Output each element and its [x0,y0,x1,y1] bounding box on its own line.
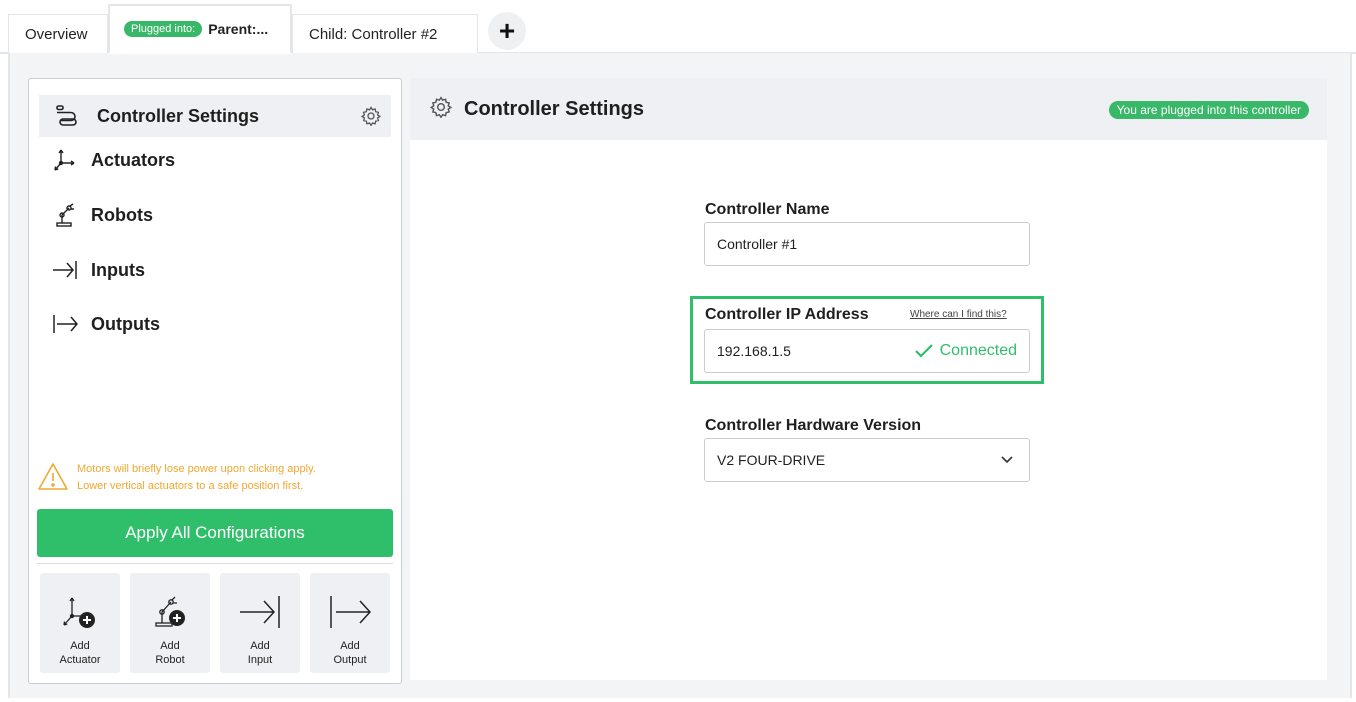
sidebar-item-label: Actuators [91,149,176,170]
add-robot-button[interactable]: Add Robot [130,573,210,673]
tab-overview[interactable]: Overview [8,14,108,54]
hardware-version-label: Controller Hardware Version [705,417,922,434]
tile-label-line1: Add [160,640,180,652]
sidebar-item-label: Robots [91,204,153,225]
tile-label-line2: Robot [155,654,185,666]
add-tab-button[interactable]: + [488,12,526,50]
tab-overview-label: Overview [25,26,88,43]
tab-parent-controller[interactable]: Plugged into: Parent:... [108,4,292,54]
add-actuator-button[interactable]: Add Actuator [40,573,120,673]
sidebar-item-actuators[interactable]: Actuators [39,139,391,181]
add-robot-icon [148,585,192,639]
status-badge: You are plugged into this controller [1108,101,1309,119]
controller-name-input[interactable]: Controller #1 [704,222,1030,266]
plugged-into-badge: Plugged into: [124,21,203,37]
add-input-icon [236,585,284,639]
add-output-button[interactable]: Add Output [310,573,390,673]
tile-label-line1: Add [70,640,90,652]
connection-status: Connected [914,342,1017,360]
tab-bar: Overview Plugged into: Parent:... Child:… [0,0,1356,54]
page-title: Controller Settings [464,97,645,120]
controller-ip-label: Controller IP Address [705,306,869,323]
checkmark-icon [914,344,933,358]
where-can-i-find-this-link[interactable]: Where can I find this? [910,309,1007,320]
tab-parent-label: Parent:... [208,21,269,37]
add-input-button[interactable]: Add Input [220,573,300,673]
sidebar-item-label: Controller Settings [97,105,260,126]
sidebar-item-outputs[interactable]: Outputs [39,303,391,345]
sidebar-item-robots[interactable]: Robots [39,194,391,236]
tile-label-line2: Input [247,654,273,666]
chevron-down-icon [999,453,1015,469]
controller-ip-value: 192.168.1.5 [717,343,791,359]
controller-icon [39,104,91,128]
warning-icon [37,462,69,492]
sidebar-item-inputs[interactable]: Inputs [39,249,391,291]
sidebar: Controller Settings Actuators Robots Inp… [28,78,402,684]
sidebar-item-label: Inputs [91,259,145,280]
controller-name-value: Controller #1 [717,236,798,252]
connection-status-label: Connected [939,342,1017,359]
tab-child-controller[interactable]: Child: Controller #2 [292,14,478,54]
tile-label-line2: Output [333,654,367,666]
robot-arm-icon [39,202,91,228]
gear-icon[interactable] [360,106,382,131]
axes-icon [39,147,91,173]
apply-all-configurations-button[interactable]: Apply All Configurations [37,509,393,557]
tile-label-line1: Add [340,640,360,652]
hardware-version-select[interactable]: V2 FOUR-DRIVE [704,438,1030,482]
divider [37,563,393,564]
apply-button-label: Apply All Configurations [125,523,305,542]
output-arrow-icon [39,313,91,335]
main-header: Controller Settings You are plugged into… [410,78,1327,140]
warning-line-1: Motors will briefly lose power upon clic… [77,463,316,475]
tab-child-label: Child: Controller #2 [309,26,438,43]
add-actuator-icon [58,585,102,639]
sidebar-item-controller-settings[interactable]: Controller Settings [39,95,391,137]
gear-icon [429,95,453,123]
tile-label-line1: Add [250,640,270,652]
tile-label-line2: Actuator [59,654,101,666]
hardware-version-value: V2 FOUR-DRIVE [717,452,826,468]
sidebar-item-label: Outputs [91,313,160,334]
controller-ip-input[interactable]: 192.168.1.5 Connected [704,329,1030,373]
controller-name-label: Controller Name [705,201,830,218]
add-output-icon [326,585,374,639]
plus-icon: + [498,15,516,46]
input-arrow-icon [39,259,91,281]
warning-line-2: Lower vertical actuators to a safe posit… [77,480,304,492]
power-warning: Motors will briefly lose power upon clic… [37,461,393,495]
